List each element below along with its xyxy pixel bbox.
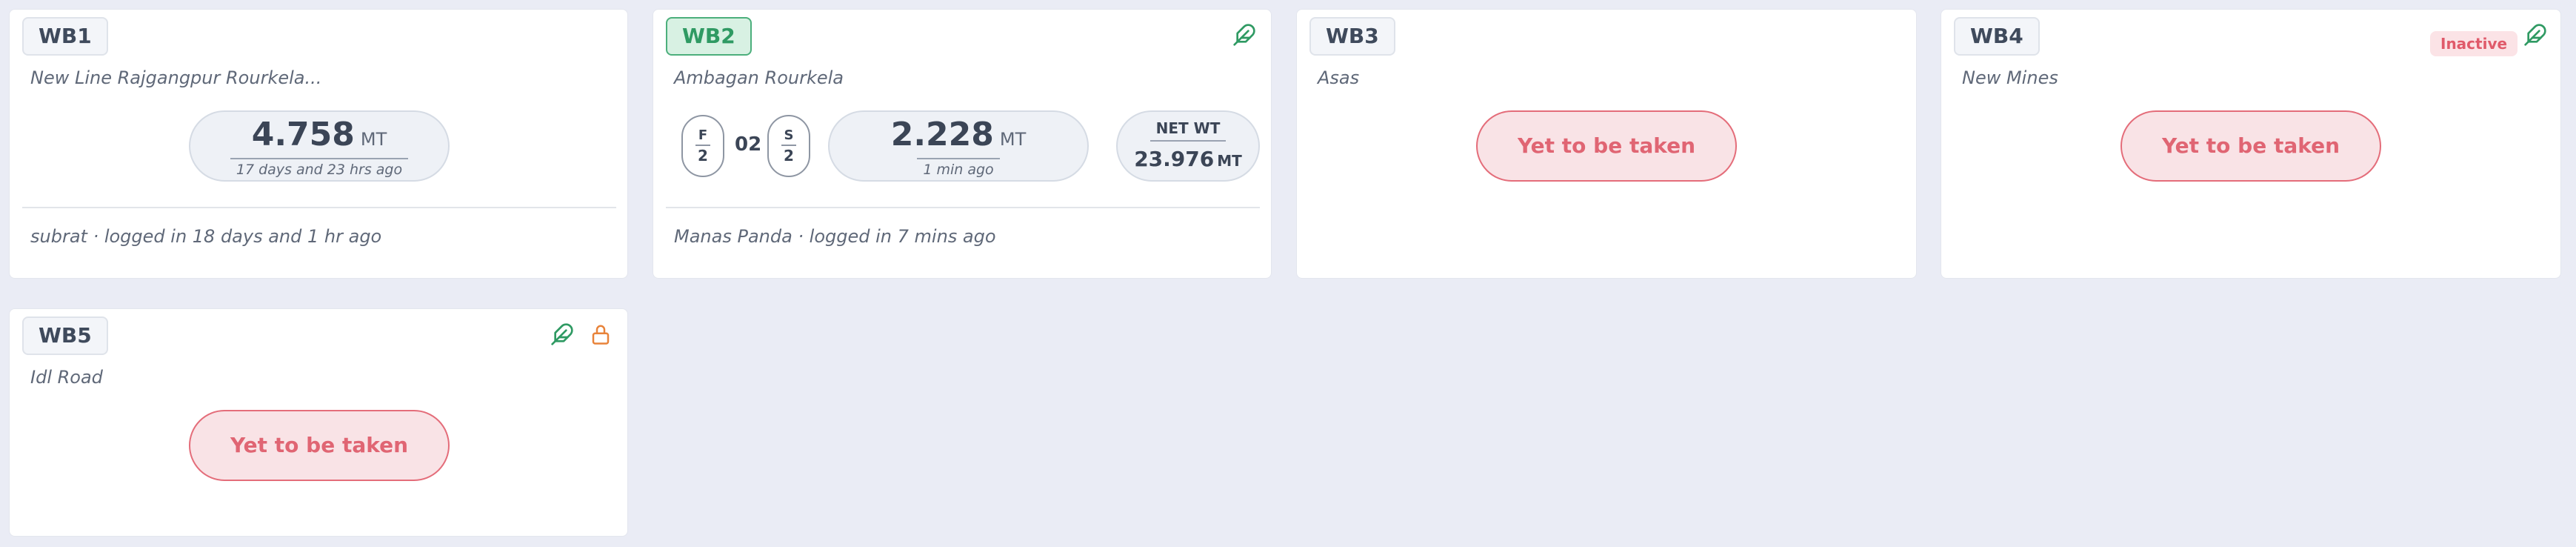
card-divider bbox=[22, 207, 616, 208]
weighbridge-card-wb1[interactable]: WB1 New Line Rajgangpur Rourkela... 4.75… bbox=[9, 9, 628, 279]
card-divider bbox=[666, 207, 1260, 208]
net-weight-label: NET WT bbox=[1149, 119, 1227, 142]
feather-icon[interactable] bbox=[2522, 21, 2549, 48]
last-weight-value-row: 4.758 MT bbox=[190, 116, 448, 158]
net-weight-value-row: 23.976 MT bbox=[1118, 147, 1258, 173]
yet-to-be-taken-button[interactable]: Yet to be taken bbox=[2120, 110, 2381, 182]
weighbridge-id-badge: WB2 bbox=[666, 17, 752, 56]
last-weight-value-row: 2.228 MT bbox=[830, 116, 1087, 158]
weighbridge-card-wb2[interactable]: WB2 Ambagan Rourkela F 2 02 S 2 2.228 MT … bbox=[653, 9, 1272, 279]
last-weight-value: 2.228 bbox=[890, 116, 994, 153]
second-label: S bbox=[781, 128, 797, 146]
weighbridge-location: New Line Rajgangpur Rourkela... bbox=[30, 67, 322, 88]
last-weight-value: 4.758 bbox=[251, 116, 355, 153]
weighbridge-id-badge: WB5 bbox=[22, 316, 108, 355]
feather-icon[interactable] bbox=[549, 321, 575, 348]
last-weight-pill: 2.228 MT 1 min ago bbox=[828, 110, 1089, 182]
unlock-icon[interactable] bbox=[587, 321, 614, 348]
last-weight-time: 17 days and 23 hrs ago bbox=[230, 158, 409, 179]
last-weight-time: 1 min ago bbox=[917, 158, 1000, 179]
second-count: 2 bbox=[784, 147, 794, 165]
weighbridge-id-badge: WB3 bbox=[1309, 17, 1395, 56]
first-weight-count: F 2 bbox=[681, 115, 724, 177]
inactive-status-badge: Inactive bbox=[2430, 31, 2518, 56]
weighbridge-card-wb3[interactable]: WB3 Asas Yet to be taken bbox=[1296, 9, 1917, 279]
feather-icon[interactable] bbox=[1231, 21, 1258, 48]
weighbridge-location: Asas bbox=[1318, 67, 1360, 88]
second-weight-count: S 2 bbox=[767, 115, 810, 177]
weighbridge-location: New Mines bbox=[1962, 67, 2058, 88]
net-weight-unit: MT bbox=[1217, 152, 1242, 170]
weighbridge-id-badge: WB1 bbox=[22, 17, 108, 56]
operator-login-info: Manas Panda · logged in 7 mins ago bbox=[674, 226, 996, 247]
weighbridge-id-badge: WB4 bbox=[1954, 17, 2040, 56]
weighbridge-location: Idl Road bbox=[30, 367, 103, 388]
first-label: F bbox=[695, 128, 711, 146]
first-count: 2 bbox=[698, 147, 708, 165]
operator-login-info: subrat · logged in 18 days and 1 hr ago bbox=[30, 226, 382, 247]
yet-to-be-taken-button[interactable]: Yet to be taken bbox=[189, 410, 450, 481]
last-weight-unit: MT bbox=[360, 129, 387, 150]
last-weight-unit: MT bbox=[999, 129, 1027, 150]
weighbridge-location: Ambagan Rourkela bbox=[674, 67, 844, 88]
last-weight-pill: 4.758 MT 17 days and 23 hrs ago bbox=[189, 110, 450, 182]
net-weight-value: 23.976 bbox=[1134, 147, 1215, 171]
weighbridge-card-wb5[interactable]: WB5 Idl Road Yet to be taken bbox=[9, 308, 628, 537]
trip-count: 02 bbox=[735, 133, 762, 156]
net-weight-pill: NET WT 23.976 MT bbox=[1116, 110, 1260, 182]
weighbridge-card-wb4[interactable]: WB4 Inactive New Mines Yet to be taken bbox=[1941, 9, 2561, 279]
yet-to-be-taken-button[interactable]: Yet to be taken bbox=[1476, 110, 1737, 182]
